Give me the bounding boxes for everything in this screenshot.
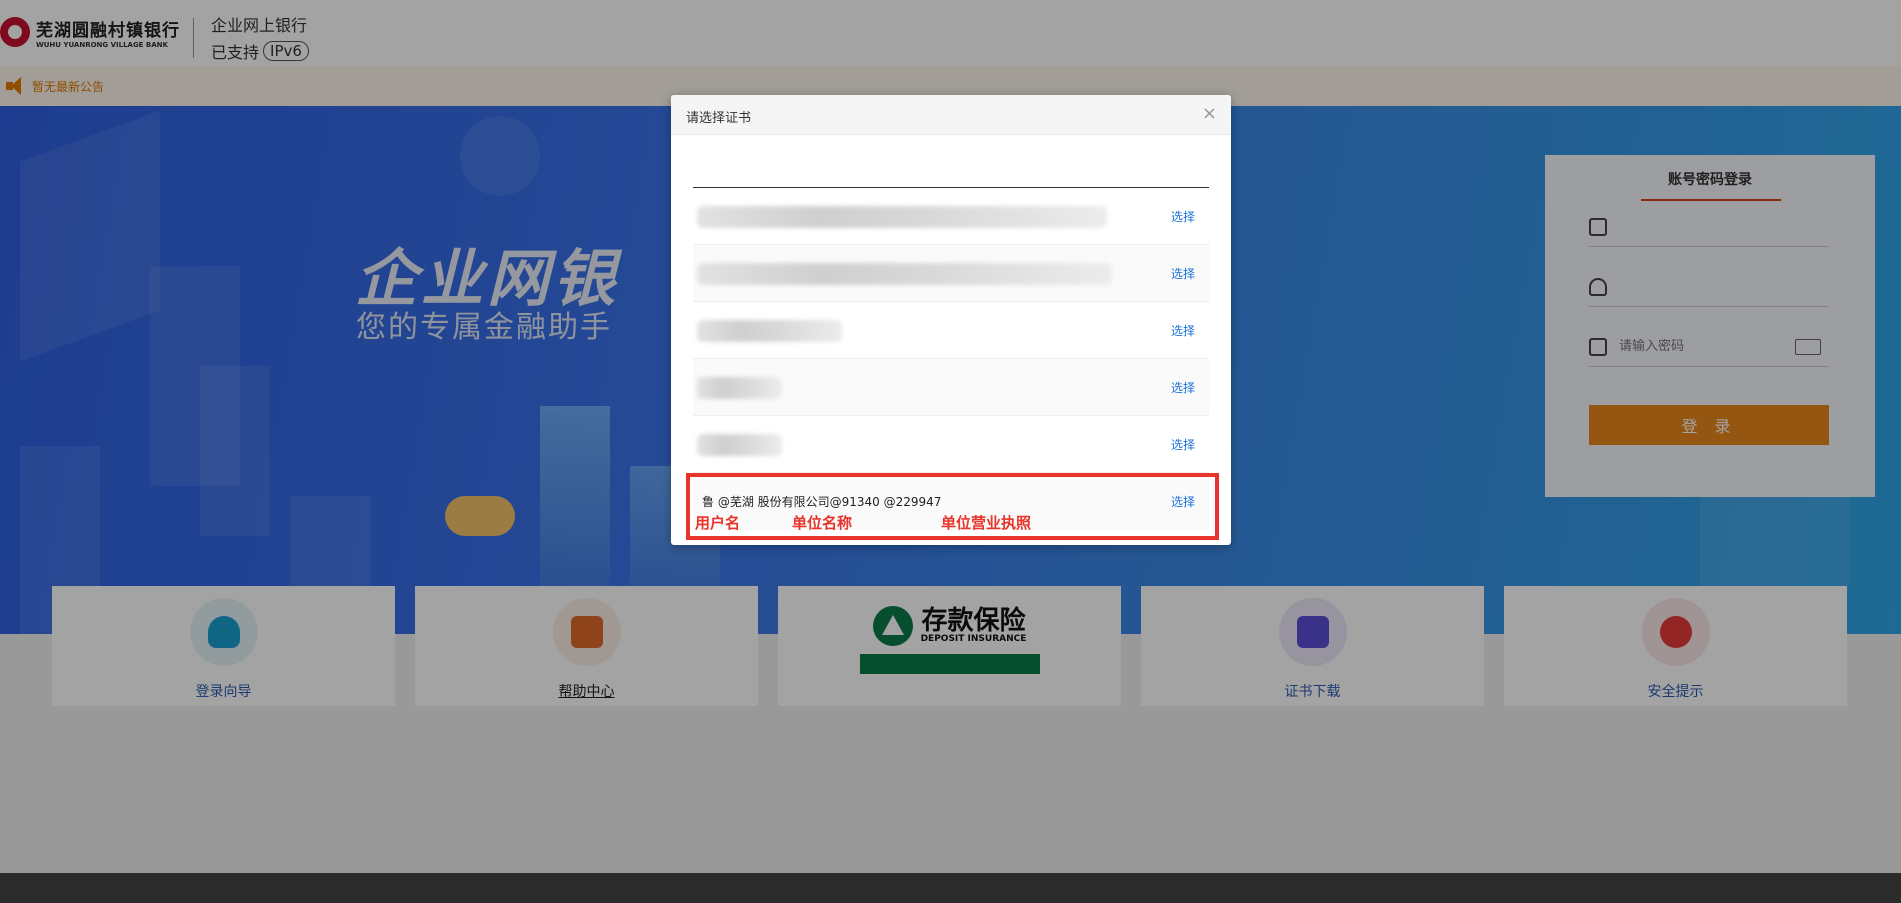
select-link[interactable]: 选择 bbox=[1171, 208, 1195, 225]
certificate-row[interactable]: 选择 bbox=[693, 359, 1209, 416]
redacted-certificate-name bbox=[697, 377, 782, 399]
certificate-row[interactable]: 选择 bbox=[693, 245, 1209, 302]
select-link[interactable]: 选择 bbox=[1171, 322, 1195, 339]
redacted-certificate-name bbox=[697, 320, 842, 342]
select-link[interactable]: 选择 bbox=[1171, 436, 1195, 453]
certificate-row[interactable]: 选择 bbox=[693, 302, 1209, 359]
dialog-title: 请选择证书 bbox=[686, 111, 752, 126]
page-footer bbox=[0, 873, 1901, 903]
annotation-username: 用户名 bbox=[695, 514, 741, 532]
annotation-unit-name: 单位名称 bbox=[792, 514, 853, 532]
select-link[interactable]: 选择 bbox=[1171, 265, 1195, 282]
certificate-row[interactable]: 选择 bbox=[693, 188, 1209, 245]
select-link[interactable]: 选择 bbox=[1171, 379, 1195, 396]
dialog-header: 请选择证书 × bbox=[671, 95, 1231, 135]
redacted-certificate-name bbox=[697, 434, 782, 456]
certificate-row[interactable]: 选择 bbox=[693, 416, 1209, 473]
certificate-dialog: 请选择证书 × 选择 选择 选择 选择 选择 鲁 @芜湖 股份有限公司@9134… bbox=[671, 95, 1231, 545]
annotation-license: 单位营业执照 bbox=[941, 514, 1032, 532]
redacted-certificate-name bbox=[697, 206, 1107, 228]
close-icon[interactable]: × bbox=[1202, 103, 1217, 124]
redacted-certificate-name bbox=[697, 263, 1112, 285]
